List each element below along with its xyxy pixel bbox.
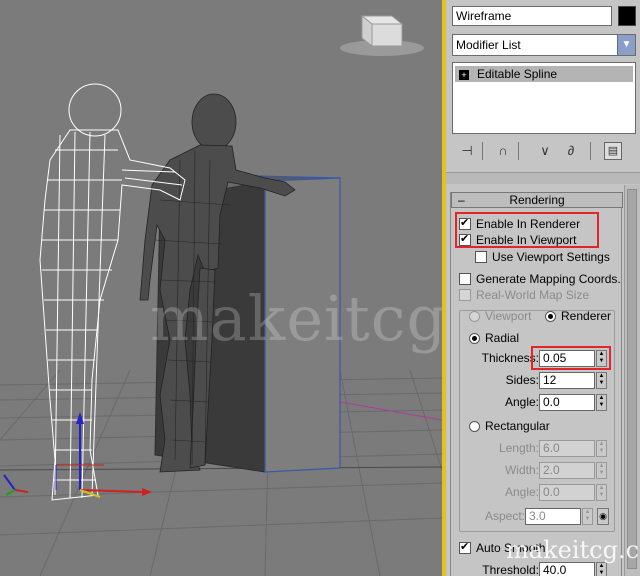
checkbox-disabled-icon	[459, 289, 471, 301]
aspect-input: 3.0	[525, 508, 581, 525]
angle-input[interactable]: 0.0	[539, 394, 595, 411]
sides-spinner[interactable]: Sides: 12 ▲ ▼	[459, 372, 607, 389]
use-viewport-settings-checkbox[interactable]: Use Viewport Settings	[475, 249, 610, 265]
spinner-arrows-icon: ▲ ▼	[596, 462, 607, 479]
generate-mapping-coords-label: Generate Mapping Coords.	[476, 272, 621, 286]
renderer-radio[interactable]: Renderer	[545, 308, 611, 324]
viewport-radio-label: Viewport	[485, 309, 532, 323]
radio-unselected-icon[interactable]	[469, 311, 480, 322]
spinner-arrows-icon: ▲ ▼	[596, 484, 607, 501]
aspect-spinner: Aspect: 3.0 ▲ ▼	[459, 508, 593, 525]
renderer-radio-label: Renderer	[561, 309, 612, 323]
width-label: Width:	[504, 463, 539, 477]
radio-selected-icon[interactable]	[469, 333, 480, 344]
angle-spinner[interactable]: Angle: 0.0 ▲ ▼	[459, 394, 607, 411]
checkbox-unchecked-icon[interactable]	[459, 273, 471, 285]
highlight-box-thickness	[531, 346, 611, 370]
watermark-text: makeitcg.com	[506, 536, 640, 564]
length-label: Length:	[498, 441, 539, 455]
spinner-arrows-icon: ▲ ▼	[596, 440, 607, 457]
world-axis-tripod	[3, 474, 29, 496]
rectangular-radio-label: Rectangular	[485, 419, 550, 433]
expand-plus-icon[interactable]: +	[459, 70, 469, 80]
sides-label: Sides:	[505, 373, 539, 387]
view-cube[interactable]	[340, 14, 424, 56]
object-color-swatch[interactable]	[618, 6, 636, 26]
real-world-map-size-label: Real-World Map Size	[476, 288, 590, 302]
modifier-stack[interactable]: + Editable Spline	[452, 62, 636, 134]
spinner-arrows-icon[interactable]: ▲ ▼	[596, 562, 607, 576]
threshold-label: Threshold:	[482, 563, 539, 576]
pin-stack-icon[interactable]: ⊣	[456, 140, 478, 162]
stack-item-editable-spline[interactable]: + Editable Spline	[455, 66, 633, 82]
aspect-lock-icon[interactable]: ◉	[597, 508, 609, 525]
length-spinner: Length: 6.0 ▲ ▼	[459, 440, 607, 457]
scrollbar-thumb[interactable]	[627, 189, 637, 569]
threshold-spinner[interactable]: Threshold: 40.0 ▲ ▼	[459, 562, 607, 576]
rectangular-radio[interactable]: Rectangular	[469, 418, 550, 434]
checkbox-checked-icon[interactable]	[459, 540, 471, 554]
show-end-result-icon[interactable]: ∩	[492, 140, 514, 162]
generate-mapping-coords-checkbox[interactable]: Generate Mapping Coords.	[459, 271, 621, 287]
modifier-list-label: Modifier List	[456, 38, 521, 52]
object-name-field[interactable]: Wireframe	[452, 6, 612, 26]
rendering-rollout: – Rendering Enable In Renderer Enable In…	[450, 192, 623, 576]
spinner-arrows-icon: ▲ ▼	[582, 508, 593, 525]
radial-radio-label: Radial	[485, 331, 520, 345]
radio-selected-icon[interactable]	[545, 311, 556, 322]
watermark-text: makeitcg.com	[150, 282, 442, 355]
sides-input[interactable]: 12	[539, 372, 595, 389]
radial-radio[interactable]: Radial	[469, 330, 519, 346]
use-viewport-settings-label: Use Viewport Settings	[492, 250, 610, 264]
checkbox-unchecked-icon[interactable]	[475, 251, 487, 263]
collapse-minus-icon[interactable]: –	[458, 193, 465, 207]
viewport-radio[interactable]: Viewport	[469, 308, 531, 324]
stack-toolbar: ⊣ ∩ ∨ ∂ ▤	[452, 140, 636, 162]
configure-modifier-sets-icon[interactable]: ▤	[604, 142, 622, 160]
stack-item-label: Editable Spline	[477, 67, 558, 81]
aspect-label: Aspect:	[484, 509, 525, 523]
width-input: 2.0	[539, 462, 595, 479]
spinner-arrows-icon[interactable]: ▲ ▼	[596, 372, 607, 389]
radio-unselected-icon[interactable]	[469, 421, 480, 432]
length-input: 6.0	[539, 440, 595, 457]
angle2-input: 0.0	[539, 484, 595, 501]
angle-label: Angle:	[504, 395, 539, 409]
width-spinner: Width: 2.0 ▲ ▼	[459, 462, 607, 479]
angle2-spinner: Angle: 0.0 ▲ ▼	[459, 484, 607, 501]
spinner-arrows-icon[interactable]: ▲ ▼	[596, 394, 607, 411]
panel-separator	[446, 172, 640, 184]
real-world-map-size-checkbox: Real-World Map Size	[459, 287, 589, 303]
angle2-label: Angle:	[504, 485, 539, 499]
panel-scrollbar[interactable]	[624, 185, 640, 576]
chevron-down-icon[interactable]: ▼	[617, 35, 635, 55]
highlight-box-enable	[455, 212, 599, 248]
make-unique-icon[interactable]: ∨	[534, 140, 556, 162]
rollout-header[interactable]: – Rendering	[451, 192, 623, 208]
threshold-input[interactable]: 40.0	[539, 562, 595, 576]
rollout-title: Rendering	[509, 193, 565, 207]
perspective-viewport[interactable]: makeitcg.com	[0, 0, 442, 576]
remove-modifier-icon[interactable]: ∂	[560, 140, 582, 162]
command-panel: Wireframe Modifier List ▼ + Editable Spli…	[446, 0, 640, 576]
modifier-list-dropdown[interactable]: Modifier List ▼	[452, 34, 636, 56]
